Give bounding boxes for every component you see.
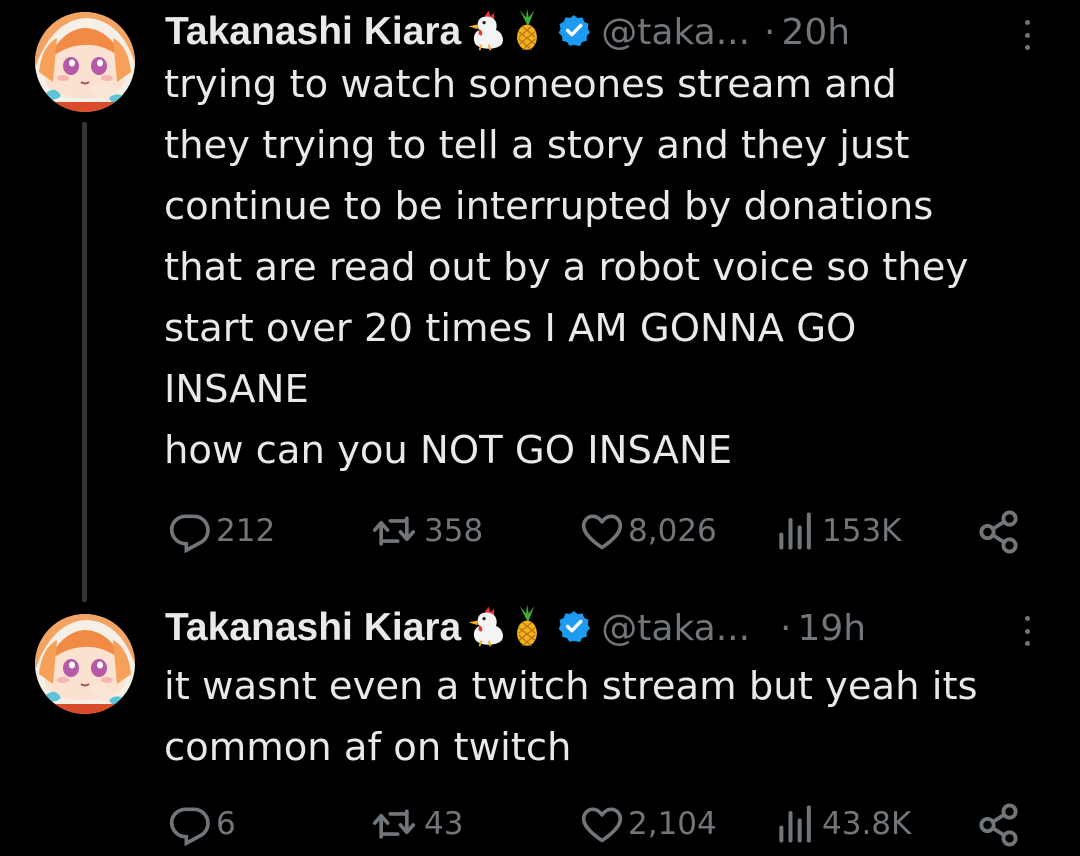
tweet-text-line: trying to watch someones stream and	[164, 62, 897, 107]
author-name[interactable]: Takanashi Kiara	[165, 10, 461, 54]
reply-icon	[168, 802, 212, 846]
repost-count: 43	[424, 806, 464, 842]
tweet-actions: 6 43 2,104 43.8K	[0, 800, 1080, 850]
repost-icon	[368, 802, 420, 846]
reply-button[interactable]: 6	[168, 802, 236, 846]
chicken-emoji-icon	[463, 8, 507, 56]
pineapple-emoji-icon	[509, 8, 545, 56]
tweet-text-line: start over 20 times I AM GONNA GO	[164, 306, 857, 351]
tweet-header: Takanashi Kiara @taka... · 19h	[165, 604, 866, 652]
views-button[interactable]: 43.8K	[774, 802, 911, 846]
like-count: 2,104	[628, 806, 717, 842]
reply-count: 6	[216, 806, 236, 842]
timestamp[interactable]: 20h	[782, 12, 851, 53]
tweet-header: Takanashi Kiara @taka... · 20h	[165, 8, 850, 56]
share-icon	[976, 509, 1022, 555]
pineapple-emoji-icon	[509, 604, 545, 652]
author-name[interactable]: Takanashi Kiara	[165, 606, 461, 650]
views-icon	[774, 509, 818, 553]
author-handle[interactable]: @taka...	[601, 12, 750, 53]
like-count: 8,026	[628, 513, 717, 549]
share-button[interactable]	[976, 509, 1022, 555]
tweet-text-line: that are read out by a robot voice so th…	[164, 245, 969, 290]
repost-count: 358	[424, 513, 484, 549]
separator-dot: ·	[764, 11, 776, 53]
views-count: 43.8K	[822, 806, 912, 842]
avatar[interactable]	[35, 614, 135, 714]
more-options-icon[interactable]	[1022, 20, 1032, 50]
more-options-icon[interactable]	[1022, 616, 1032, 646]
tweet-text-line: it wasnt even a twitch stream but yeah i…	[164, 664, 978, 709]
verified-badge-icon	[557, 609, 591, 647]
views-icon	[774, 802, 818, 846]
author-handle[interactable]: @taka...	[601, 608, 750, 649]
like-button[interactable]: 8,026	[580, 509, 717, 553]
tweet-text-line: INSANE	[164, 367, 309, 412]
reply-icon	[168, 509, 212, 553]
reply-count: 212	[216, 513, 276, 549]
repost-icon	[368, 509, 420, 553]
reply-button[interactable]: 212	[168, 509, 275, 553]
like-icon	[580, 509, 624, 553]
tweet-text-line: common af on twitch	[164, 725, 572, 770]
repost-button[interactable]: 43	[368, 802, 463, 846]
share-icon	[976, 802, 1022, 848]
chicken-emoji-icon	[463, 604, 507, 652]
separator-dot: ·	[780, 607, 792, 649]
verified-badge-icon	[557, 13, 591, 51]
tweet-text-line: continue to be interrupted by donations	[164, 184, 934, 229]
tweet-actions: 212 358 8,026 153K	[0, 507, 1080, 557]
avatar[interactable]	[35, 12, 135, 112]
tweet[interactable]: Takanashi Kiara @taka... · 20h trying to…	[0, 0, 1080, 602]
repost-button[interactable]: 358	[368, 509, 483, 553]
share-button[interactable]	[976, 802, 1022, 848]
views-button[interactable]: 153K	[774, 509, 902, 553]
views-count: 153K	[822, 513, 902, 549]
tweet[interactable]: Takanashi Kiara @taka... · 19h it wasnt …	[0, 600, 1080, 856]
tweet-text-line: how can you NOT GO INSANE	[164, 428, 733, 473]
like-button[interactable]: 2,104	[580, 802, 717, 846]
tweet-text-line: they trying to tell a story and they jus…	[164, 123, 910, 168]
timestamp[interactable]: 19h	[798, 608, 867, 649]
like-icon	[580, 802, 624, 846]
tweet-text: trying to watch someones stream and they…	[164, 54, 1044, 481]
tweet-text: it wasnt even a twitch stream but yeah i…	[164, 656, 1044, 778]
